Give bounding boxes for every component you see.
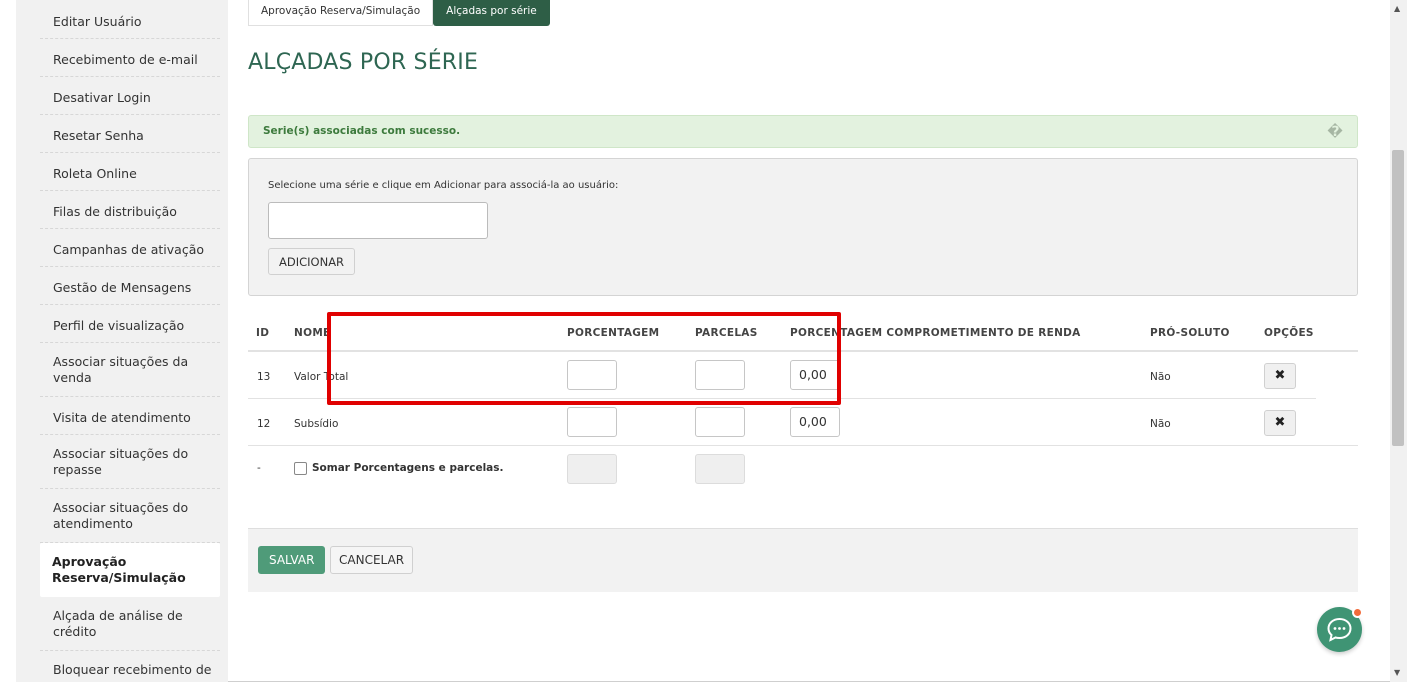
row-id: 13 xyxy=(257,371,271,383)
sidebar-item-label: Aprovação Reserva/Simulação xyxy=(52,554,186,585)
notification-dot xyxy=(1352,607,1363,618)
comprometimento-input[interactable]: 0,00 xyxy=(790,407,840,437)
sidebar-item-label: Associar situações da venda xyxy=(53,354,189,385)
header-nome: NOME xyxy=(294,327,331,339)
sidebar-item-situacoes-atendimento[interactable]: Associar situações do atendimento xyxy=(40,489,220,543)
parcelas-input[interactable] xyxy=(695,407,745,437)
header-parcelas: PARCELAS xyxy=(695,327,758,339)
sidebar-item-resetar-senha[interactable]: Resetar Senha xyxy=(40,115,220,153)
tab-bar: Aprovação Reserva/Simulação Alçadas por … xyxy=(248,0,550,26)
table-row: 13 Valor Total 0,00 Não ✖ xyxy=(248,352,1358,399)
sidebar-item-editar-usuario[interactable]: Editar Usuário xyxy=(40,0,220,39)
scroll-down-icon[interactable]: ▼ xyxy=(1394,668,1400,677)
sidebar-item-alcada-analise-credito[interactable]: Alçada de análise de crédito xyxy=(40,597,220,651)
row-id: - xyxy=(257,462,261,474)
close-icon[interactable]: � xyxy=(1327,124,1343,140)
sidebar: Editar Usuário Recebimento de e-mail Des… xyxy=(16,0,228,682)
scroll-thumb[interactable] xyxy=(1392,150,1404,446)
sum-porcentagem-input xyxy=(567,454,617,484)
sidebar-item-label: Recebimento de e-mail xyxy=(53,52,198,67)
sidebar-item-label: Gestão de Mensagens xyxy=(53,280,192,295)
sum-row: - Somar Porcentagens e parcelas. xyxy=(248,446,1358,493)
add-series-form: Selecione uma série e clique em Adiciona… xyxy=(248,158,1358,296)
sidebar-item-desativar-login[interactable]: Desativar Login xyxy=(40,77,220,115)
row-pro-soluto: Não xyxy=(1150,371,1171,383)
alert-message: Serie(s) associadas com sucesso. xyxy=(263,125,461,137)
sidebar-item-label: Roleta Online xyxy=(53,166,137,181)
sidebar-item-situacoes-venda[interactable]: Associar situações da venda xyxy=(40,343,220,397)
row-nome: Valor Total xyxy=(294,371,349,383)
sidebar-list: Editar Usuário Recebimento de e-mail Des… xyxy=(16,0,228,682)
close-icon: ✖ xyxy=(1274,415,1286,430)
porcentagem-input[interactable] xyxy=(567,360,617,390)
header-opcoes: OPÇÕES xyxy=(1264,327,1314,339)
sidebar-item-aprovacao-reserva[interactable]: Aprovação Reserva/Simulação xyxy=(40,543,220,597)
sidebar-item-roleta-online[interactable]: Roleta Online xyxy=(40,153,220,191)
sidebar-item-bloquear-recebimento[interactable]: Bloquear recebimento de xyxy=(40,651,220,682)
header-pro-soluto: PRÓ-SOLUTO xyxy=(1150,327,1230,339)
sidebar-item-situacoes-repasse[interactable]: Associar situações do repasse xyxy=(40,435,220,489)
sidebar-item-label: Visita de atendimento xyxy=(53,410,191,425)
form-hint: Selecione uma série e clique em Adiciona… xyxy=(268,180,619,191)
row-id: 12 xyxy=(257,418,271,430)
save-button[interactable]: SALVAR xyxy=(258,546,326,574)
sum-checkbox[interactable] xyxy=(294,462,307,475)
sidebar-item-campanhas-ativacao[interactable]: Campanhas de ativação xyxy=(40,229,220,267)
form-actions: SALVAR CANCELAR xyxy=(248,528,1358,592)
row-nome: Subsídio xyxy=(294,418,339,430)
main-content: Aprovação Reserva/Simulação Alçadas por … xyxy=(228,0,1390,682)
sidebar-item-perfil-visualizacao[interactable]: Perfil de visualização xyxy=(40,305,220,343)
porcentagem-input[interactable] xyxy=(567,407,617,437)
comprometimento-input[interactable]: 0,00 xyxy=(790,360,840,390)
delete-row-button[interactable]: ✖ xyxy=(1264,363,1296,389)
vertical-scrollbar[interactable]: ▲ ▼ xyxy=(1390,0,1407,682)
sidebar-item-label: Associar situações do atendimento xyxy=(53,500,189,531)
delete-row-button[interactable]: ✖ xyxy=(1264,410,1296,436)
close-icon: ✖ xyxy=(1274,368,1286,383)
parcelas-input[interactable] xyxy=(695,360,745,390)
left-gutter xyxy=(0,0,16,682)
sidebar-item-label: Editar Usuário xyxy=(53,14,142,29)
sidebar-item-label: Alçada de análise de crédito xyxy=(53,608,183,639)
sum-parcelas-input xyxy=(695,454,745,484)
header-comprometimento: PORCENTAGEM COMPROMETIMENTO DE RENDA xyxy=(790,327,1081,339)
success-alert: Serie(s) associadas com sucesso. � xyxy=(248,115,1358,148)
header-porcentagem: PORCENTAGEM xyxy=(567,327,660,339)
header-id: ID xyxy=(256,327,270,339)
sidebar-item-label: Desativar Login xyxy=(53,90,151,105)
sidebar-item-label: Resetar Senha xyxy=(53,128,144,143)
sidebar-item-gestao-mensagens[interactable]: Gestão de Mensagens xyxy=(40,267,220,305)
sidebar-item-recebimento-email[interactable]: Recebimento de e-mail xyxy=(40,39,220,77)
scroll-up-icon[interactable]: ▲ xyxy=(1394,4,1400,13)
sidebar-item-label: Filas de distribuição xyxy=(53,204,177,219)
add-button[interactable]: ADICIONAR xyxy=(268,248,356,275)
sidebar-item-label: Bloquear recebimento de xyxy=(53,662,212,677)
cancel-button[interactable]: CANCELAR xyxy=(330,546,414,574)
series-input[interactable] xyxy=(268,202,488,239)
tab-aprovacao-reserva[interactable]: Aprovação Reserva/Simulação xyxy=(248,0,434,26)
tab-alcadas-por-serie[interactable]: Alçadas por série xyxy=(433,0,550,26)
row-pro-soluto: Não xyxy=(1150,418,1171,430)
sidebar-item-label: Campanhas de ativação xyxy=(53,242,205,257)
sidebar-item-visita-atendimento[interactable]: Visita de atendimento xyxy=(40,397,220,435)
table-row: 12 Subsídio 0,00 Não ✖ xyxy=(248,399,1358,446)
sum-checkbox-label: Somar Porcentagens e parcelas. xyxy=(312,462,504,474)
sidebar-item-filas-distribuicao[interactable]: Filas de distribuição xyxy=(40,191,220,229)
page-title: ALÇADAS POR SÉRIE xyxy=(248,50,479,75)
sidebar-item-label: Perfil de visualização xyxy=(53,318,185,333)
sidebar-item-label: Associar situações do repasse xyxy=(53,446,189,477)
